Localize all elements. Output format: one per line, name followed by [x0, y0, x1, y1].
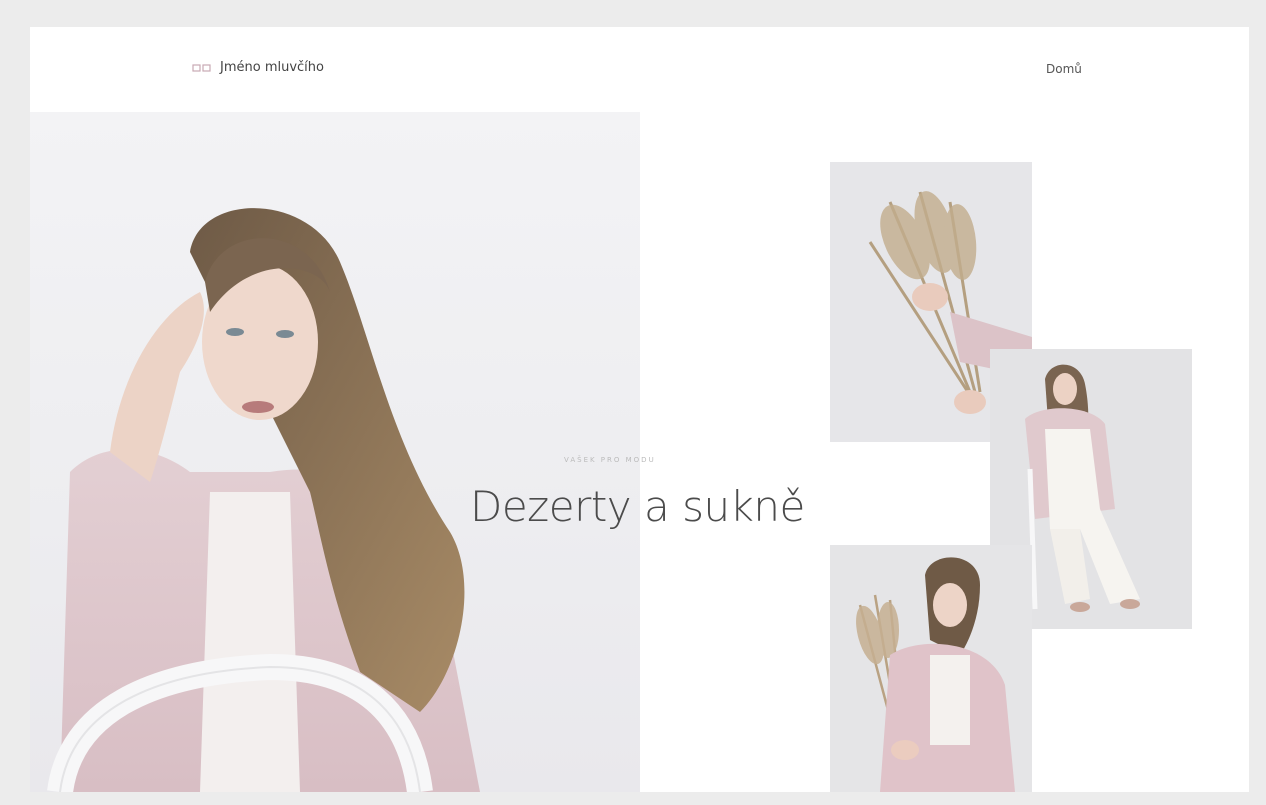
hero-eyebrow: VAŠEK PRO MODU	[564, 456, 656, 464]
brand[interactable]: Jméno mluvčího	[192, 60, 324, 75]
brand-name: Jméno mluvčího	[220, 60, 324, 75]
woman-seated-portrait	[47, 208, 480, 792]
page-frame: Jméno mluvčího Domů VAŠEK PRO MODU Dezer…	[30, 27, 1249, 792]
nav-link-home[interactable]: Domů	[1046, 62, 1082, 76]
photo-woman-dried-flowers	[830, 545, 1032, 792]
site-header: Jméno mluvčího Domů	[30, 27, 1249, 112]
hero-image	[30, 112, 640, 792]
hero-headline: Dezerty a sukně	[470, 482, 805, 531]
woman-with-dried-flowers	[830, 545, 1032, 792]
brand-logo-icon	[192, 63, 211, 72]
